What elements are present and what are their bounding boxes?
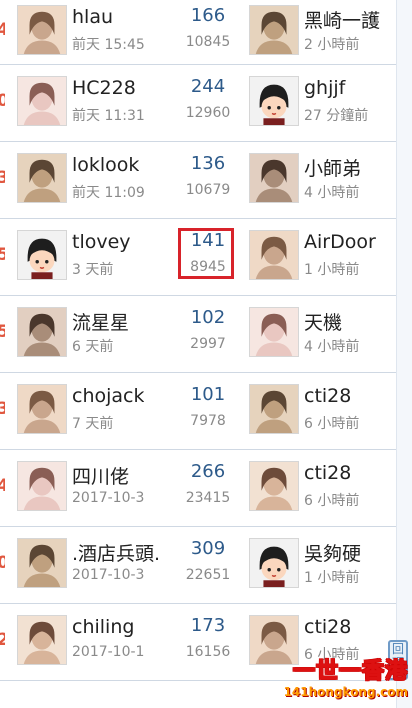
view-count: 2997	[190, 336, 226, 352]
last-poster-name[interactable]: 黑崎一護	[304, 6, 380, 33]
author-avatar[interactable]	[17, 615, 67, 665]
last-post-time: 6 小時前	[304, 493, 360, 509]
last-poster-avatar[interactable]	[249, 615, 299, 665]
reply-count[interactable]: 266	[176, 461, 240, 482]
reply-count[interactable]: 141	[176, 230, 240, 251]
reply-count[interactable]: 309	[176, 538, 240, 559]
default-avatar-icon[interactable]	[249, 538, 299, 588]
site-watermark: 一世一香港 141hongkong.com	[258, 659, 408, 706]
author-name[interactable]: chojack	[72, 385, 144, 407]
rank-number: 4	[0, 476, 5, 496]
author-name[interactable]: 四川佬	[72, 462, 129, 489]
default-avatar-icon[interactable]	[249, 76, 299, 126]
last-poster-name[interactable]: AirDoor	[304, 231, 376, 253]
author-name[interactable]: chiling	[72, 616, 134, 638]
thread-row[interactable]: 4 四川佬2017-10-3 266 23415 cti28 6 小時前	[0, 450, 396, 527]
thread-row[interactable]: 3 chojack 7 天前 101 7978 cti28 6 小時前	[0, 373, 396, 450]
rank-number: 0	[0, 91, 5, 111]
author-avatar[interactable]	[17, 538, 67, 588]
reply-count[interactable]: 244	[176, 76, 240, 97]
last-poster-avatar[interactable]	[249, 307, 299, 357]
thread-row[interactable]: 5 流星星 6 天前 102 2997 天機 4 小時前	[0, 296, 396, 373]
post-time: 前天 11:31	[72, 108, 145, 124]
rank-number: 3	[0, 168, 5, 188]
author-avatar[interactable]	[17, 153, 67, 203]
last-post-time: 1 小時前	[304, 570, 360, 586]
post-time: 7 天前	[72, 416, 114, 432]
rank-number: 2	[0, 630, 5, 650]
reply-count[interactable]: 173	[176, 615, 240, 636]
last-poster-name[interactable]: 小師弟	[304, 154, 361, 181]
author-name[interactable]: HC228	[72, 77, 136, 99]
post-time: 3 天前	[72, 262, 114, 278]
last-poster-name[interactable]: 吳夠硬	[304, 539, 361, 566]
author-name[interactable]: tlovey	[72, 231, 131, 253]
last-post-time: 27 分鐘前	[304, 108, 369, 124]
post-time: 前天 11:09	[72, 185, 145, 201]
author-name[interactable]: .酒店兵頭.	[72, 539, 160, 566]
view-count: 10679	[185, 182, 231, 198]
view-count: 12960	[185, 105, 231, 121]
rank-number: 5	[0, 245, 5, 265]
last-poster-avatar[interactable]	[249, 5, 299, 55]
last-poster-avatar[interactable]	[249, 153, 299, 203]
last-poster-name[interactable]: cti28	[304, 616, 351, 638]
reply-count[interactable]: 136	[176, 153, 240, 174]
default-avatar-icon[interactable]	[17, 230, 67, 280]
last-poster-avatar[interactable]	[249, 230, 299, 280]
thread-row[interactable]: 4 hlau 前天 15:45 166 10845 黑崎一護 2 小時前	[0, 0, 396, 65]
thread-row[interactable]: 5 tlovey 3 天前 141 8945 AirDoor 1 小時前	[0, 219, 396, 296]
last-post-time: 6 小時前	[304, 416, 360, 432]
post-time: 2017-10-3	[72, 490, 145, 506]
last-post-time: 1 小時前	[304, 262, 360, 278]
author-name[interactable]: 流星星	[72, 308, 129, 335]
view-count: 16156	[185, 644, 231, 660]
post-time: 2017-10-3	[72, 567, 145, 583]
thread-row[interactable]: 0 .酒店兵頭.2017-10-3 309 22651 吳夠硬 1 小時前	[0, 527, 396, 604]
last-poster-name[interactable]: ghjjf	[304, 77, 345, 99]
view-count: 10845	[185, 34, 231, 50]
rank-number: 0	[0, 553, 5, 573]
author-avatar[interactable]	[17, 307, 67, 357]
thread-row[interactable]: 0 HC228 前天 11:31 244 12960 ghjjf 27 分鐘前	[0, 65, 396, 142]
author-avatar[interactable]	[17, 384, 67, 434]
view-count: 8945	[190, 259, 226, 275]
author-avatar[interactable]	[17, 5, 67, 55]
last-poster-name[interactable]: cti28	[304, 385, 351, 407]
view-count: 7978	[190, 413, 226, 429]
last-post-time: 2 小時前	[304, 37, 360, 53]
author-avatar[interactable]	[17, 461, 67, 511]
last-poster-avatar[interactable]	[249, 461, 299, 511]
reply-count[interactable]: 101	[176, 384, 240, 405]
watermark-title: 一世一香港	[292, 659, 408, 684]
thread-row[interactable]: 3 loklook 前天 11:09 136 10679 小師弟 4 小時前	[0, 142, 396, 219]
post-time: 前天 15:45	[72, 37, 145, 53]
reply-count[interactable]: 102	[176, 307, 240, 328]
view-count: 23415	[185, 490, 231, 506]
last-poster-name[interactable]: 天機	[304, 308, 342, 335]
last-poster-name[interactable]: cti28	[304, 462, 351, 484]
author-name[interactable]: hlau	[72, 6, 113, 28]
author-name[interactable]: loklook	[72, 154, 139, 176]
author-avatar[interactable]	[17, 76, 67, 126]
scrollbar[interactable]	[396, 0, 412, 708]
last-poster-avatar[interactable]	[249, 384, 299, 434]
rank-number: 5	[0, 322, 5, 342]
last-post-time: 4 小時前	[304, 185, 360, 201]
post-time: 2017-10-1	[72, 644, 145, 660]
last-post-time: 4 小時前	[304, 339, 360, 355]
thread-list: 4 hlau 前天 15:45 166 10845 黑崎一護 2 小時前 0 HC228 前天 1…	[0, 0, 396, 681]
reply-count[interactable]: 166	[176, 5, 240, 26]
rank-number: 4	[0, 20, 5, 40]
rank-number: 3	[0, 399, 5, 419]
post-time: 6 天前	[72, 339, 114, 355]
view-count: 22651	[185, 567, 231, 583]
watermark-url: 141hongkong.com	[283, 685, 408, 699]
